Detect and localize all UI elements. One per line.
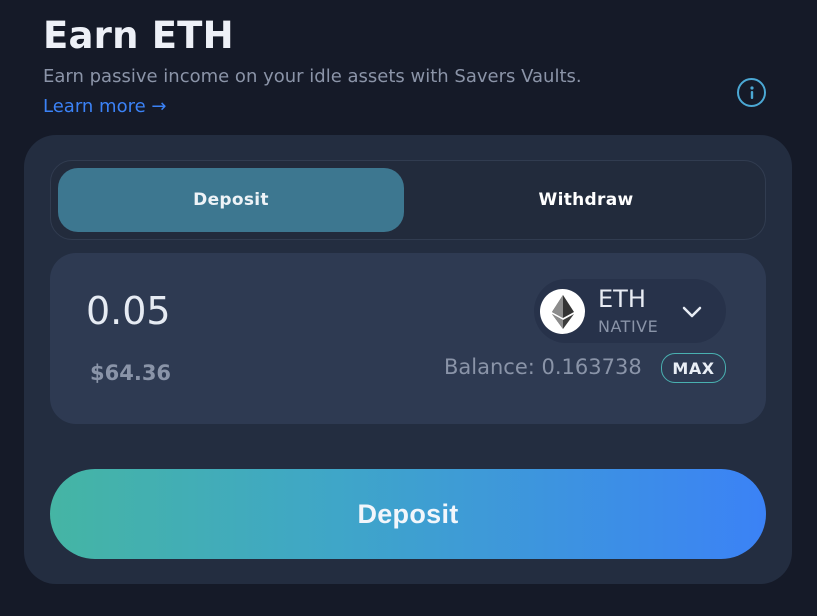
learn-more-link[interactable]: Learn more → — [43, 96, 166, 118]
amount-input[interactable] — [86, 287, 386, 335]
info-icon — [749, 85, 754, 99]
deposit-button[interactable]: Deposit — [50, 469, 766, 559]
page-subtitle: Earn passive income on your idle assets … — [43, 66, 582, 87]
token-type: NATIVE — [598, 317, 659, 336]
chevron-down-icon — [682, 306, 702, 318]
info-button[interactable] — [737, 78, 766, 107]
tab-withdraw[interactable]: Withdraw — [413, 168, 759, 232]
token-selector[interactable]: ETH NATIVE — [534, 279, 726, 343]
usd-value: $64.36 — [90, 361, 172, 385]
tab-deposit[interactable]: Deposit — [58, 168, 404, 232]
vault-card: Deposit Withdraw $64.36 ETH NATIVE — [24, 135, 792, 584]
balance-text: Balance: 0.163738 — [444, 355, 642, 379]
max-button[interactable]: MAX — [661, 353, 726, 383]
page-title: Earn ETH — [43, 14, 234, 57]
amount-panel: $64.36 ETH NATIVE Balance: 0.163738 — [50, 253, 766, 424]
earn-page: Earn ETH Earn passive income on your idl… — [0, 0, 817, 616]
deposit-withdraw-tabs: Deposit Withdraw — [50, 160, 766, 240]
ethereum-icon — [540, 289, 585, 334]
token-symbol: ETH — [598, 285, 646, 313]
